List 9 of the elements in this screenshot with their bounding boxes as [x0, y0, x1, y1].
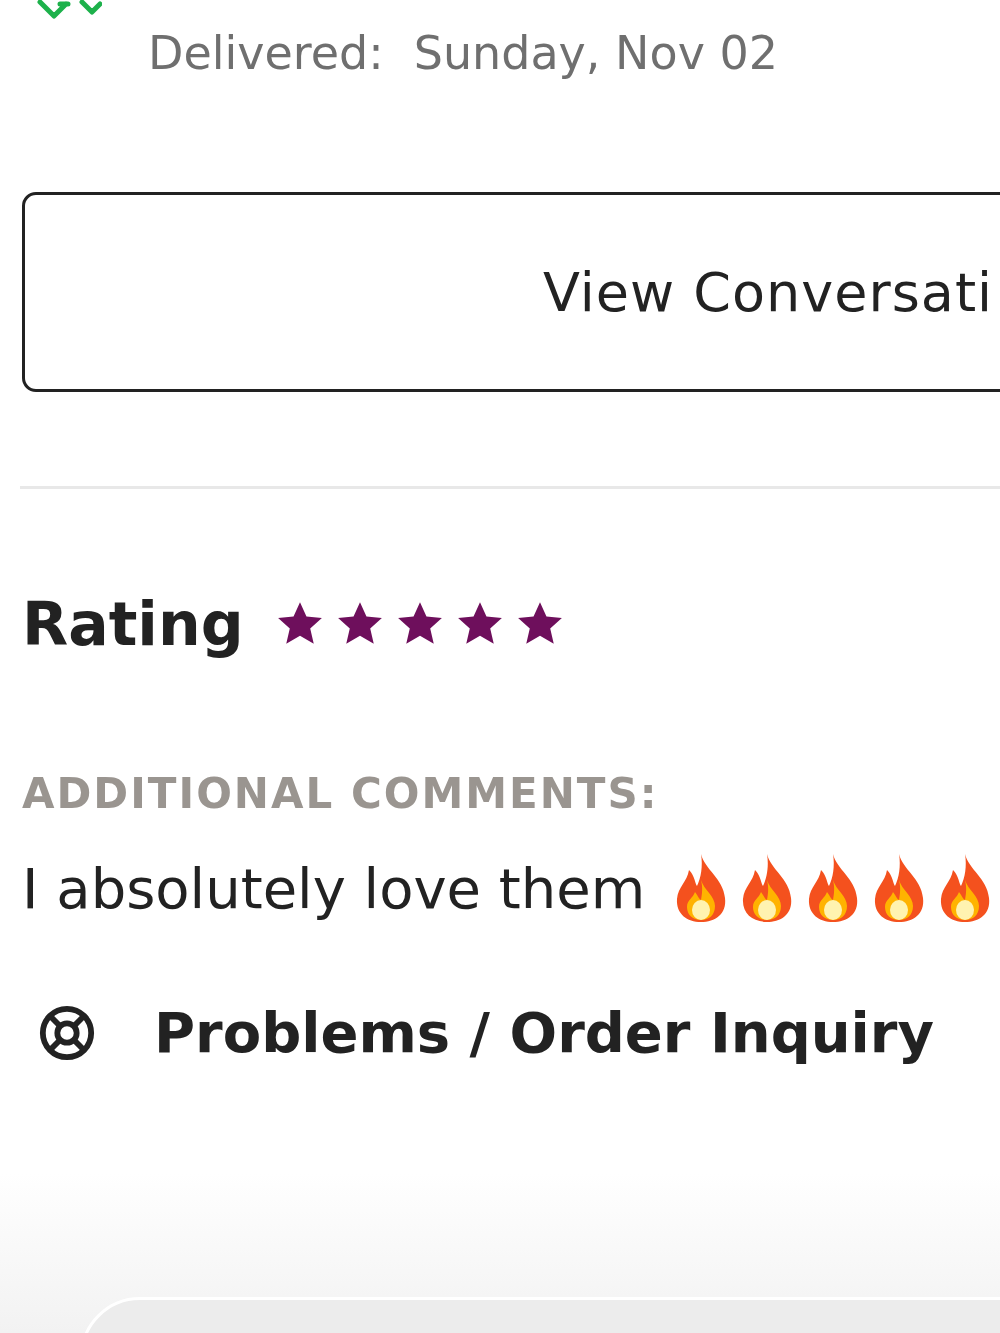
delivered-icon	[36, 0, 102, 20]
comments-heading: ADDITIONAL COMMENTS:	[22, 769, 660, 818]
delivery-date: Sunday, Nov 02	[413, 26, 778, 82]
rating-label: Rating	[22, 589, 244, 659]
view-conversation-button[interactable]: View Conversati	[22, 192, 1000, 392]
comment-text: I absolutely love them	[22, 855, 646, 921]
delivery-label: Delivered:	[148, 26, 384, 82]
problems-order-inquiry-link[interactable]: Problems / Order Inquiry	[154, 1000, 934, 1065]
help-icon	[38, 1003, 96, 1062]
